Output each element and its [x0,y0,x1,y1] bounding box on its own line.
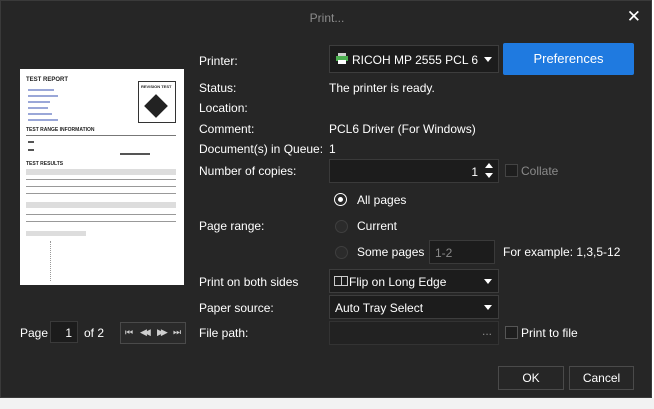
close-icon[interactable]: ✕ [627,7,641,27]
copies-value: 1 [471,165,478,179]
title-bar: Print... ✕ [1,1,653,33]
print-dialog: Print... ✕ TEST REPORT REVISION TEST TES… [0,0,652,398]
duplex-select[interactable]: Flip on Long Edge [329,269,499,293]
collate-checkbox[interactable] [505,164,518,177]
preview-section-2: TEST RESULTS [26,161,64,167]
chevron-down-icon [484,57,492,62]
comment-label: Comment: [199,122,255,136]
next-page-icon[interactable]: ▶▶ [157,327,168,338]
decrement-icon[interactable] [485,173,493,178]
page-range-example: For example: 1,3,5-12 [503,245,621,259]
printer-icon [336,53,348,64]
page-number-input[interactable]: 1 [50,321,78,343]
preview-badge: REVISION TEST [141,84,172,89]
radio-some-pages[interactable] [335,246,348,259]
cancel-button[interactable]: Cancel [569,366,634,390]
radio-current[interactable] [335,220,348,233]
some-pages-label: Some pages [357,245,425,259]
all-pages-label: All pages [357,193,407,207]
preview-badge-box: REVISION TEST [138,81,176,123]
page-count: of 2 [84,326,105,340]
browse-icon[interactable]: ... [482,324,492,338]
chevron-down-icon [484,279,492,284]
page-label: Page [20,326,49,340]
radio-all-pages[interactable] [335,194,346,205]
current-label: Current [357,219,398,233]
chevron-down-icon [484,305,492,310]
printer-select[interactable]: RICOH MP 2555 PCL 6 [329,45,499,73]
page-range-label: Page range: [199,219,265,233]
location-label: Location: [199,101,248,115]
preferences-button[interactable]: Preferences [503,43,634,75]
duplex-icon [334,276,348,286]
preview-section-1: TEST RANGE INFORMATION [26,127,95,133]
status-value: The printer is ready. [329,81,435,95]
ok-button[interactable]: OK [498,366,564,390]
prev-page-icon[interactable]: ◀◀ [140,327,151,338]
increment-icon[interactable] [485,163,493,168]
duplex-label: Print on both sides [199,275,299,289]
dialog-title: Print... [309,11,345,25]
queue-label: Document(s) in Queue: [199,142,324,156]
some-pages-input[interactable]: 1-2 [429,240,495,264]
paper-source-select[interactable]: Auto Tray Select [329,295,499,319]
print-to-file-label: Print to file [521,326,578,340]
paper-source-label: Paper source: [199,301,274,315]
print-preview: TEST REPORT REVISION TEST TEST RANGE INF… [20,69,184,285]
printer-selected: RICOH MP 2555 PCL 6 [352,53,479,67]
status-label: Status: [199,81,237,95]
collate-label: Collate [521,164,559,178]
paper-source-selected: Auto Tray Select [335,301,424,315]
printer-label: Printer: [199,54,238,68]
duplex-selected: Flip on Long Edge [349,275,447,289]
last-page-icon[interactable]: ⏭ [173,327,181,338]
preview-badge-icon [144,94,168,118]
page-navigation: ⏮ ◀◀ ▶▶ ⏭ [120,322,186,344]
preview-doc-title: TEST REPORT [26,77,69,83]
file-path-label: File path: [199,326,249,340]
some-pages-value: 1-2 [435,246,453,260]
queue-value: 1 [329,142,336,156]
page-number-value: 1 [65,326,72,340]
file-path-input[interactable]: ... [329,321,499,345]
first-page-icon[interactable]: ⏮ [125,327,133,338]
background-window-strip [0,398,654,409]
copies-label: Number of copies: [199,164,297,178]
comment-value: PCL6 Driver (For Windows) [329,122,476,136]
print-to-file-checkbox[interactable] [505,326,518,339]
copies-stepper[interactable]: 1 [329,159,499,183]
